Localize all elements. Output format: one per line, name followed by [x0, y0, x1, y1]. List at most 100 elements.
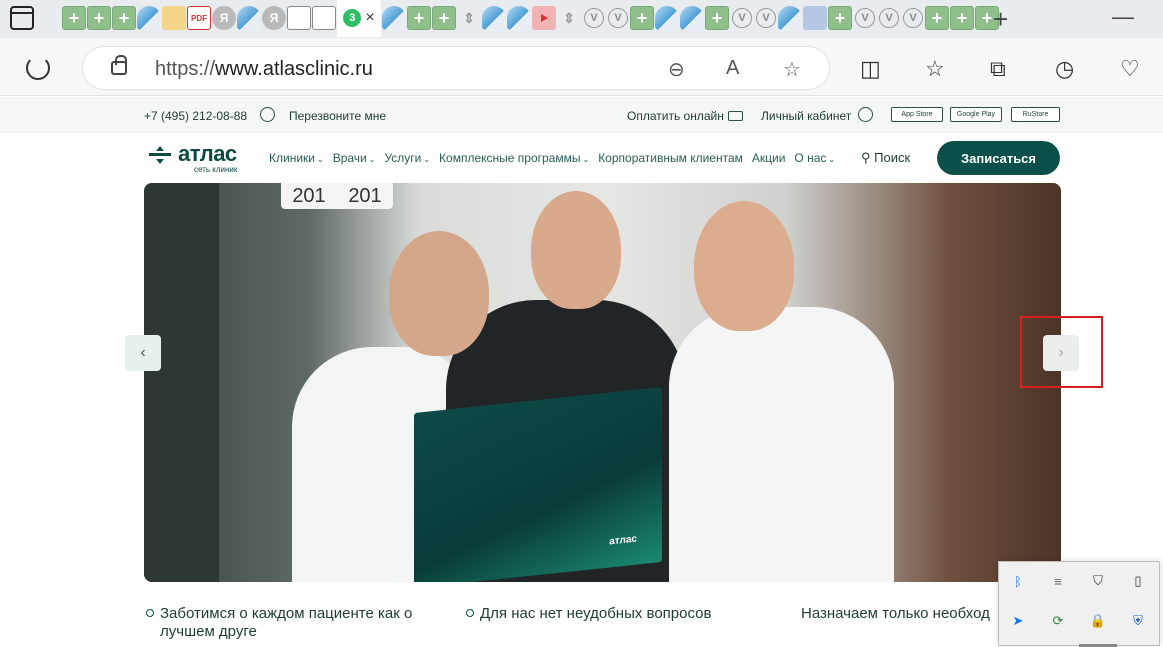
- security-shield-icon[interactable]: ⛨: [1129, 612, 1147, 630]
- browser-tab-green-icon[interactable]: +: [432, 6, 456, 30]
- browser-essentials-icon[interactable]: ♡: [1120, 56, 1140, 82]
- door-sign: 201 201: [281, 183, 393, 209]
- nav-item[interactable]: Корпоративным клиентам: [598, 151, 743, 165]
- browser-tab-ya-icon[interactable]: Я: [262, 6, 286, 30]
- browser-tab-edge-icon[interactable]: [680, 6, 704, 30]
- browser-tab-green-icon[interactable]: +: [950, 6, 974, 30]
- app-store-badge[interactable]: App Store: [891, 107, 943, 122]
- chevron-down-icon: ⌄: [368, 155, 376, 164]
- pay-online-link[interactable]: Оплатить онлайн: [627, 109, 724, 123]
- tab-favicon-badge: 3: [343, 9, 362, 27]
- book-appointment-button[interactable]: Записаться: [937, 141, 1060, 175]
- bullet-icon: [146, 609, 154, 617]
- active-browser-tab[interactable]: 3 ×: [337, 0, 381, 37]
- whatsapp-icon[interactable]: [260, 107, 275, 122]
- browser-tab-vv-icon[interactable]: V: [584, 8, 604, 28]
- lock-icon[interactable]: [111, 55, 127, 75]
- branded-folder: атлас: [414, 386, 662, 582]
- reload-icon[interactable]: [26, 56, 50, 80]
- site-top-bar: +7 (495) 212-08-88 Перезвоните мне Оплат…: [0, 97, 1163, 133]
- feature-item: Для нас нет неудобных вопросов: [466, 605, 760, 623]
- nav-item-label: Акции: [751, 151, 786, 165]
- phone-link[interactable]: +7 (495) 212-08-88: [144, 109, 247, 123]
- logo-word: атлас: [178, 141, 237, 166]
- browser-tab-edge-icon[interactable]: [237, 6, 261, 30]
- browser-tab-green-icon[interactable]: +: [705, 6, 729, 30]
- browser-tab-edge-icon[interactable]: [778, 6, 802, 30]
- browser-tab-doc-icon[interactable]: [312, 6, 336, 30]
- nav-item[interactable]: Услуги ⌄: [384, 151, 430, 165]
- sync-icon[interactable]: ⟳: [1049, 612, 1067, 630]
- callback-link[interactable]: Перезвоните мне: [289, 109, 386, 123]
- browser-tab-ya-icon[interactable]: Я: [212, 6, 236, 30]
- door-sign-right: 201: [348, 184, 382, 207]
- telegram-icon[interactable]: ➤: [1009, 612, 1027, 630]
- browser-tab-green-icon[interactable]: +: [407, 6, 431, 30]
- browser-tab-edge-icon[interactable]: [482, 6, 506, 30]
- read-aloud-icon[interactable]: A: [726, 57, 739, 80]
- doctor-right-head: [694, 201, 794, 331]
- browser-tab-edge-icon[interactable]: [137, 6, 161, 30]
- browser-tab-edge-icon[interactable]: [655, 6, 679, 30]
- browser-tab-vv-icon[interactable]: V: [732, 8, 752, 28]
- browser-tab-green-icon[interactable]: +: [828, 6, 852, 30]
- zoom-out-icon[interactable]: ⊖: [668, 57, 685, 82]
- usb-drive-icon[interactable]: ▯: [1129, 572, 1147, 590]
- browser-tab-arrows-icon[interactable]: ⇕: [557, 6, 581, 30]
- user-icon[interactable]: [858, 107, 873, 122]
- browser-tab-green-icon[interactable]: +: [630, 6, 654, 30]
- close-tab-icon[interactable]: ×: [365, 9, 374, 27]
- url-scheme: https://: [155, 58, 216, 80]
- browser-tab-vv-icon[interactable]: V: [756, 8, 776, 28]
- system-tray-overflow: ᛒ ≡ ⛉ ▯ ➤ ⟳ 🔒 ⛨: [998, 561, 1160, 647]
- tab-actions-icon[interactable]: [10, 6, 34, 30]
- browser-tab-mail-icon[interactable]: [162, 6, 186, 30]
- bluetooth-icon[interactable]: ᛒ: [1009, 572, 1027, 590]
- browser-tab-vv-icon[interactable]: V: [879, 8, 899, 28]
- split-screen-icon[interactable]: ◫: [860, 56, 881, 82]
- browser-tab-edge-icon[interactable]: [507, 6, 531, 30]
- bullet-icon: [466, 609, 474, 617]
- browser-tab-vv-icon[interactable]: V: [903, 8, 923, 28]
- browser-tab-green-icon[interactable]: +: [62, 6, 86, 30]
- browser-tab-doc-icon[interactable]: [287, 6, 311, 30]
- url-host: www.atlasclinic.ru: [215, 58, 373, 80]
- shield-warning-icon[interactable]: ⛉: [1089, 572, 1107, 590]
- credit-card-icon[interactable]: [728, 111, 743, 121]
- new-tab-button[interactable]: +: [993, 4, 1008, 35]
- nav-item[interactable]: Акции: [752, 151, 786, 165]
- hero-door: [144, 183, 219, 582]
- address-bar[interactable]: https://www.atlasclinic.ru ⊖ A ☆: [82, 46, 830, 90]
- favorite-star-icon[interactable]: ☆: [783, 57, 801, 82]
- collections-icon[interactable]: ⧉: [990, 56, 1006, 82]
- slider-prev-button[interactable]: ‹: [125, 335, 161, 371]
- nav-item[interactable]: Врачи ⌄: [333, 151, 376, 165]
- account-link[interactable]: Личный кабинет: [761, 109, 851, 123]
- doctor-left-head: [389, 231, 489, 356]
- browser-tab-vv-icon[interactable]: V: [855, 8, 875, 28]
- doctor-right: [669, 307, 894, 582]
- browser-tab-green-icon[interactable]: +: [925, 6, 949, 30]
- browser-tab-sq-icon[interactable]: [803, 6, 827, 30]
- browser-tab-vv-icon[interactable]: V: [608, 8, 628, 28]
- browser-tab-edge-icon[interactable]: [382, 6, 406, 30]
- browser-tab-yt-icon[interactable]: [532, 6, 556, 30]
- url-text[interactable]: https://www.atlasclinic.ru: [155, 58, 373, 81]
- browser-tab-green-icon[interactable]: +: [112, 6, 136, 30]
- nav-item[interactable]: Клиники ⌄: [269, 151, 324, 165]
- minimize-button[interactable]: —: [1112, 4, 1134, 30]
- google-play-badge[interactable]: Google Play: [950, 107, 1002, 122]
- favorites-icon[interactable]: ☆: [925, 56, 945, 82]
- lock-tray-icon[interactable]: 🔒: [1089, 612, 1107, 630]
- nav-item[interactable]: О нас ⌄: [794, 151, 835, 165]
- browser-tab-green-icon[interactable]: +: [87, 6, 111, 30]
- menu-lines-icon[interactable]: ≡: [1049, 572, 1067, 590]
- browser-tab-pdf-icon[interactable]: PDF: [187, 6, 211, 30]
- logo-mark-icon: [149, 146, 171, 164]
- nav-item[interactable]: Комплексные программы ⌄: [439, 151, 589, 165]
- browser-tab-arrows-icon[interactable]: ⇕: [457, 6, 481, 30]
- search-button[interactable]: ⚲ Поиск: [861, 150, 910, 166]
- history-icon[interactable]: ◷: [1055, 56, 1074, 82]
- rustore-badge[interactable]: RuStore: [1011, 107, 1060, 122]
- chevron-down-icon: ⌄: [423, 155, 431, 164]
